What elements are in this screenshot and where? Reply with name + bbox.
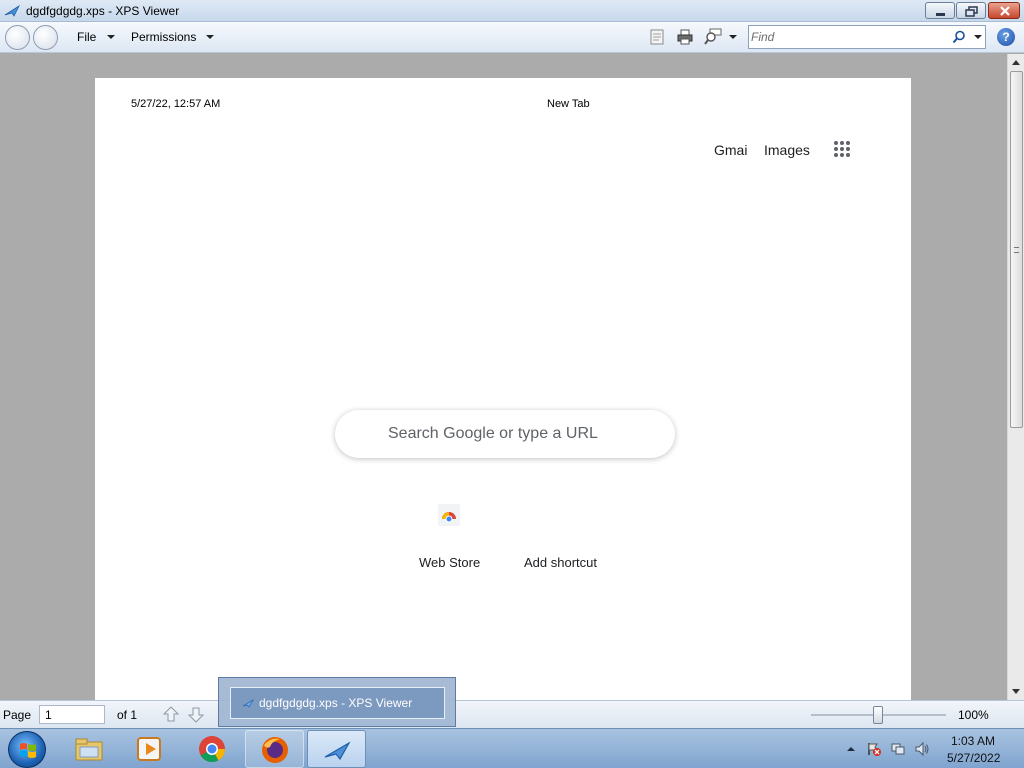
add-shortcut-label[interactable]: Add shortcut [524,555,597,570]
clock-time[interactable]: 1:03 AM [951,734,995,748]
search-icon[interactable] [952,30,966,44]
vertical-scrollbar[interactable] [1007,54,1024,700]
document-page: 5/27/22, 12:57 AM New Tab Gmai Images Se… [95,78,911,700]
show-hidden-icons-icon[interactable] [843,741,859,757]
title-bar: dgdfgdgdg.xps - XPS Viewer [0,0,1024,22]
help-icon[interactable]: ? [997,28,1015,46]
start-button[interactable] [8,731,46,768]
chrome-icon [199,736,226,763]
web-store-label[interactable]: Web Store [419,555,480,570]
chevron-down-icon[interactable] [729,35,737,39]
taskbar-media-player[interactable] [121,730,180,768]
forward-button[interactable] [33,25,58,50]
grip-icon [1014,247,1019,253]
back-button[interactable] [5,25,30,50]
next-page-icon[interactable] [187,705,205,724]
permissions-menu[interactable]: Permissions [131,30,196,44]
zoom-icon[interactable] [704,28,722,46]
gmail-link[interactable]: Gmai [714,142,747,158]
taskbar-chrome[interactable] [183,730,242,768]
google-search-box[interactable]: Search Google or type a URL [335,410,675,458]
xps-viewer-icon [4,4,20,17]
windows-logo-icon [20,743,36,758]
previous-page-icon[interactable] [162,705,180,724]
images-link[interactable]: Images [764,142,810,158]
taskbar-firefox[interactable] [245,730,304,768]
window-title: dgdfgdgdg.xps - XPS Viewer [26,4,180,18]
document-viewport[interactable]: 5/27/22, 12:57 AM New Tab Gmai Images Se… [0,54,1007,700]
action-center-icon[interactable] [866,741,882,757]
chevron-down-icon[interactable] [206,35,214,39]
document-icon[interactable] [648,28,666,46]
taskbar-xps-viewer[interactable] [307,730,366,768]
scroll-up-icon[interactable] [1012,60,1020,65]
print-icon[interactable] [676,28,694,46]
scroll-thumb[interactable] [1010,71,1023,428]
web-store-shortcut[interactable] [438,504,460,526]
chrome-web-store-icon [442,512,456,523]
taskbar-preview-popup: dgdfgdgdg.xps - XPS Viewer [218,677,456,727]
find-input[interactable] [751,28,947,46]
scroll-down-icon[interactable] [1012,689,1020,694]
search-placeholder: Search Google or type a URL [388,425,598,442]
xps-viewer-icon [242,699,254,708]
xps-viewer-icon [324,741,351,761]
preview-window-title: dgdfgdgdg.xps - XPS Viewer [259,696,413,710]
chevron-down-icon[interactable] [974,35,982,39]
page-number-input[interactable]: 1 [39,705,105,724]
network-icon[interactable] [890,741,906,757]
taskbar: 1:03 AM 5/27/2022 [0,728,1024,768]
firefox-icon [262,737,288,763]
chevron-down-icon[interactable] [107,35,115,39]
toolbar: File Permissions ? [0,22,1024,53]
restore-button[interactable] [956,2,986,19]
page-count-label: of 1 [117,708,138,722]
volume-icon[interactable] [914,741,930,757]
clock-date[interactable]: 5/27/2022 [947,751,1000,765]
status-bar: Page 1 of 1 100% [0,700,1024,728]
media-player-icon [137,737,161,761]
minimize-button[interactable] [925,2,955,19]
zoom-level: 100% [958,708,989,722]
find-box [748,25,986,49]
windows-explorer-icon [75,738,103,761]
close-button[interactable] [988,2,1020,19]
zoom-slider-thumb[interactable] [873,706,883,724]
preview-window-item[interactable]: dgdfgdgdg.xps - XPS Viewer [230,687,445,719]
apps-grid-icon[interactable] [833,140,851,158]
file-menu[interactable]: File [77,30,96,44]
page-label: Page [3,708,32,722]
taskbar-explorer[interactable] [60,730,119,768]
page-header-title: New Tab [547,98,590,110]
page-header-datetime: 5/27/22, 12:57 AM [131,98,221,110]
